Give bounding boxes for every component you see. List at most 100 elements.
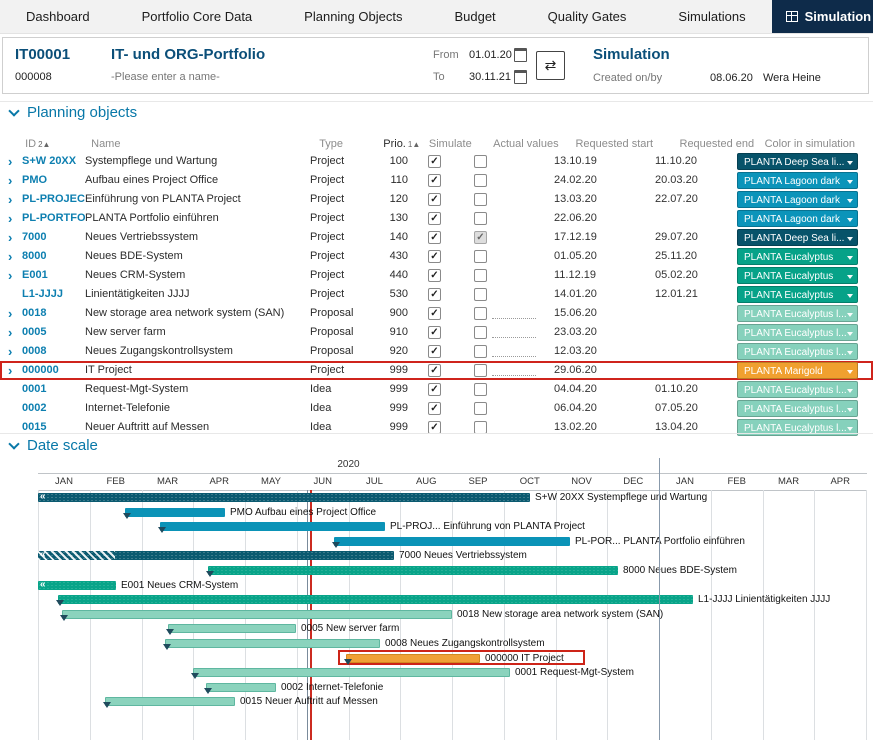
- gantt-bar[interactable]: «: [38, 493, 530, 502]
- date-scale-section-header[interactable]: Date scale: [10, 437, 98, 454]
- gantt-bar[interactable]: [208, 566, 618, 575]
- gantt-bar[interactable]: [334, 537, 570, 546]
- refresh-button[interactable]: ⇄: [536, 51, 565, 80]
- table-row[interactable]: ›0018New storage area network system (SA…: [0, 304, 873, 323]
- simulate-checkbox[interactable]: ✓: [428, 250, 441, 263]
- actual-values-checkbox[interactable]: [474, 288, 487, 301]
- nav-tab-dashboard[interactable]: Dashboard: [0, 0, 116, 33]
- color-in-simulation-select[interactable]: PLANTA Eucalyptus l...: [737, 381, 858, 398]
- table-row[interactable]: ›PL-PROJECTEinführung von PLANTA Project…: [0, 190, 873, 209]
- expand-icon[interactable]: ›: [6, 304, 22, 323]
- gantt-bar[interactable]: [206, 683, 276, 692]
- actual-values-checkbox[interactable]: [474, 383, 487, 396]
- color-in-simulation-select[interactable]: PLANTA Deep Sea li...: [737, 229, 858, 246]
- actual-values-checkbox[interactable]: [474, 212, 487, 225]
- gantt-bar[interactable]: [62, 610, 452, 619]
- table-row[interactable]: ›7000Neues VertriebssystemProject140✓✓17…: [0, 228, 873, 247]
- table-row[interactable]: 0015Neuer Auftritt auf MessenIdea999✓13.…: [0, 418, 873, 437]
- table-row[interactable]: ›PL-PORTFO...PLANTA Portfolio einführenP…: [0, 209, 873, 228]
- expand-icon[interactable]: ›: [6, 342, 22, 361]
- gantt-bar[interactable]: [58, 595, 693, 604]
- actual-values-checkbox[interactable]: [474, 193, 487, 206]
- gantt-bar[interactable]: [165, 639, 380, 648]
- color-in-simulation-select[interactable]: PLANTA Lagoon dark: [737, 191, 858, 208]
- gantt-bar[interactable]: [105, 697, 235, 706]
- expand-icon[interactable]: ›: [6, 361, 22, 380]
- expand-icon[interactable]: ›: [6, 323, 22, 342]
- table-row[interactable]: ›000000IT ProjectProject999✓29.06.20PLAN…: [0, 361, 873, 380]
- gantt-bar[interactable]: «: [38, 551, 394, 560]
- color-in-simulation-select[interactable]: PLANTA Eucalyptus l...: [737, 400, 858, 417]
- expand-icon[interactable]: ›: [6, 152, 22, 171]
- actual-values-checkbox[interactable]: [474, 269, 487, 282]
- gantt-bar[interactable]: [125, 508, 225, 517]
- table-row[interactable]: ›PMOAufbau eines Project OfficeProject11…: [0, 171, 873, 190]
- calendar-icon[interactable]: [514, 70, 527, 84]
- empty-date-field[interactable]: [492, 306, 536, 319]
- table-row[interactable]: ›8000Neues BDE-SystemProject430✓01.05.20…: [0, 247, 873, 266]
- planning-objects-section-header[interactable]: Planning objects: [10, 104, 137, 121]
- simulate-checkbox[interactable]: ✓: [428, 288, 441, 301]
- nav-tab-simulations[interactable]: Simulations: [652, 0, 771, 33]
- color-in-simulation-select[interactable]: PLANTA Eucalyptus: [737, 267, 858, 284]
- actual-values-checkbox[interactable]: [474, 174, 487, 187]
- gantt-bar[interactable]: [193, 668, 510, 677]
- simulate-checkbox[interactable]: ✓: [428, 402, 441, 415]
- table-row[interactable]: 0002Internet-TelefonieIdea999✓06.04.2007…: [0, 399, 873, 418]
- simulate-checkbox[interactable]: ✓: [428, 174, 441, 187]
- actual-values-checkbox[interactable]: ✓: [474, 231, 487, 244]
- expand-icon[interactable]: ›: [6, 171, 22, 190]
- table-row[interactable]: ›0005New server farmProposal910✓23.03.20…: [0, 323, 873, 342]
- table-row[interactable]: L1-JJJJLinientätigkeiten JJJJProject530✓…: [0, 285, 873, 304]
- simulate-checkbox[interactable]: ✓: [428, 155, 441, 168]
- actual-values-checkbox[interactable]: [474, 307, 487, 320]
- expand-icon[interactable]: ›: [6, 266, 22, 285]
- simulate-checkbox[interactable]: ✓: [428, 326, 441, 339]
- actual-values-checkbox[interactable]: [474, 250, 487, 263]
- actual-values-checkbox[interactable]: [474, 402, 487, 415]
- simulate-checkbox[interactable]: ✓: [428, 193, 441, 206]
- nav-tab-planning-objects[interactable]: Planning Objects: [278, 0, 428, 33]
- expand-icon[interactable]: ›: [6, 247, 22, 266]
- color-in-simulation-select[interactable]: PLANTA Marigold: [737, 362, 858, 379]
- simulate-checkbox[interactable]: ✓: [428, 269, 441, 282]
- color-in-simulation-select[interactable]: PLANTA Eucalyptus: [737, 286, 858, 303]
- simulate-checkbox[interactable]: ✓: [428, 345, 441, 358]
- actual-values-checkbox[interactable]: [474, 345, 487, 358]
- simulate-checkbox[interactable]: ✓: [428, 364, 441, 377]
- calendar-icon[interactable]: [514, 48, 527, 62]
- simulate-checkbox[interactable]: ✓: [428, 212, 441, 225]
- actual-values-checkbox[interactable]: [474, 326, 487, 339]
- table-row[interactable]: ›0008Neues ZugangskontrollsystemProposal…: [0, 342, 873, 361]
- color-in-simulation-select[interactable]: PLANTA Eucalyptus l...: [737, 343, 858, 360]
- nav-tab-portfolio-core-data[interactable]: Portfolio Core Data: [116, 0, 279, 33]
- gantt-bar[interactable]: «: [38, 581, 116, 590]
- empty-date-field[interactable]: [492, 325, 536, 338]
- empty-date-field[interactable]: [492, 363, 536, 376]
- actual-values-checkbox[interactable]: [474, 364, 487, 377]
- portfolio-name-field[interactable]: -Please enter a name-: [111, 71, 220, 83]
- color-in-simulation-select[interactable]: PLANTA Eucalyptus l...: [737, 305, 858, 322]
- to-date-field[interactable]: 30.11.21: [469, 71, 511, 83]
- collapse-icon[interactable]: [8, 105, 19, 116]
- gantt-bar[interactable]: [168, 624, 296, 633]
- table-row[interactable]: 0001Request-Mgt-SystemIdea999✓04.04.2001…: [0, 380, 873, 399]
- empty-date-field[interactable]: [492, 344, 536, 357]
- color-in-simulation-select[interactable]: PLANTA Lagoon dark: [737, 172, 858, 189]
- expand-icon[interactable]: ›: [6, 228, 22, 247]
- color-in-simulation-select[interactable]: PLANTA Lagoon dark: [737, 210, 858, 227]
- gantt-bar[interactable]: [160, 522, 385, 531]
- nav-tab-budget[interactable]: Budget: [428, 0, 521, 33]
- collapse-icon[interactable]: [8, 438, 19, 449]
- color-in-simulation-select[interactable]: PLANTA Deep Sea li...: [737, 153, 858, 170]
- actual-values-checkbox[interactable]: [474, 155, 487, 168]
- expand-icon[interactable]: ›: [6, 190, 22, 209]
- table-row[interactable]: ›E001Neues CRM-SystemProject440✓11.12.19…: [0, 266, 873, 285]
- from-date-field[interactable]: 01.01.20: [469, 49, 512, 61]
- simulate-checkbox[interactable]: ✓: [428, 307, 441, 320]
- nav-tab-simulation[interactable]: Simulation×: [772, 0, 873, 33]
- color-in-simulation-select[interactable]: PLANTA Eucalyptus l...: [737, 324, 858, 341]
- nav-tab-quality-gates[interactable]: Quality Gates: [522, 0, 653, 33]
- gantt-bar[interactable]: [346, 654, 480, 663]
- simulate-checkbox[interactable]: ✓: [428, 383, 441, 396]
